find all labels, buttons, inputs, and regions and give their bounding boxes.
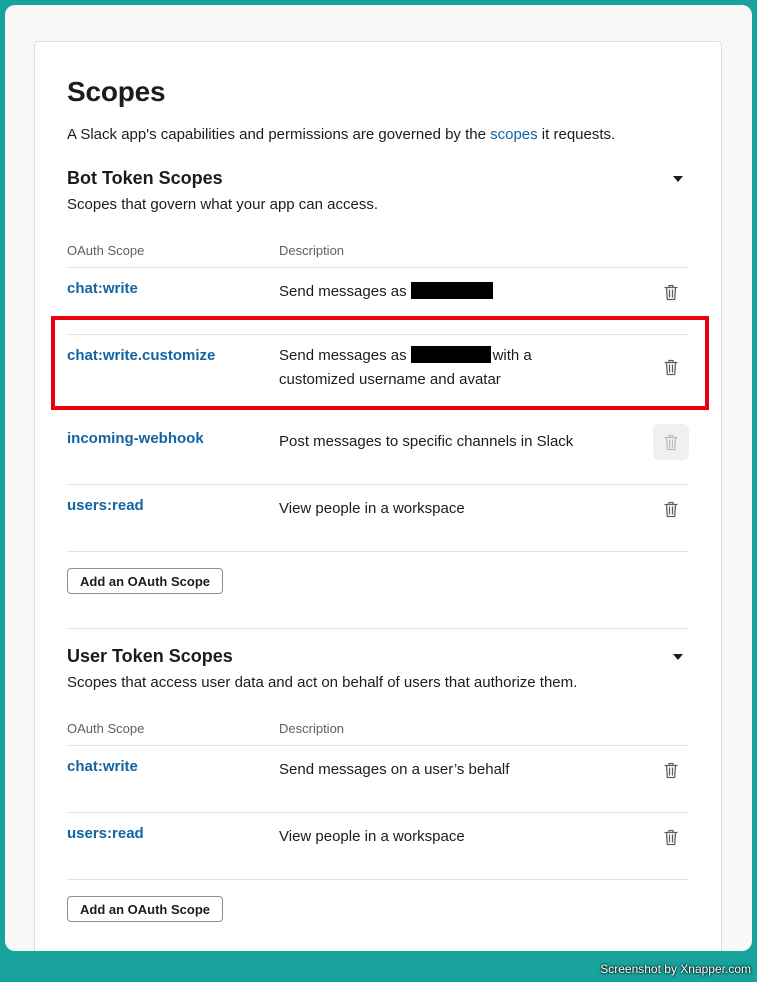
divider [67, 267, 689, 268]
section-divider [67, 628, 689, 629]
user-section-collapse-icon[interactable] [673, 654, 683, 660]
scope-description: Send messages on a user’s behalf [279, 761, 510, 778]
delete-scope-button[interactable] [653, 819, 689, 855]
screenshot-watermark: Screenshot by Xnapper.com [600, 962, 751, 976]
scope-description: View people in a workspace [279, 500, 465, 517]
scopes-card: Scopes A Slack app's capabilities and pe… [34, 41, 722, 951]
intro-text: A Slack app's capabilities and permissio… [67, 126, 616, 143]
delete-scope-button-disabled [653, 424, 689, 460]
scope-description: View people in a workspace [279, 828, 465, 845]
delete-scope-button[interactable] [653, 491, 689, 527]
bot-token-scopes-title: Bot Token Scopes [67, 168, 223, 188]
bot-col-oauth-scope: OAuth Scope [67, 243, 145, 258]
scope-description: Send messages as [279, 280, 493, 304]
delete-scope-button[interactable] [653, 349, 689, 385]
trash-icon [664, 434, 678, 450]
scope-link-users-read[interactable]: users:read [67, 497, 144, 514]
user-col-description: Description [279, 721, 345, 736]
scope-description: Send messages as with a customized usernam… [279, 346, 532, 388]
bot-section-collapse-icon[interactable] [673, 176, 683, 182]
delete-scope-button[interactable] [653, 752, 689, 788]
add-oauth-scope-button[interactable]: Add an OAuth Scope [67, 896, 223, 922]
divider [67, 812, 689, 813]
user-col-oauth-scope: OAuth Scope [67, 721, 145, 736]
divider [67, 334, 689, 335]
page-title: Scopes [67, 76, 166, 107]
trash-icon [664, 501, 678, 517]
scopes-link[interactable]: scopes [490, 126, 538, 143]
delete-scope-button[interactable] [653, 274, 689, 310]
scope-link-chat-write[interactable]: chat:write [67, 758, 138, 775]
scope-link-chat-write[interactable]: chat:write [67, 280, 138, 297]
add-oauth-scope-button[interactable]: Add an OAuth Scope [67, 568, 223, 594]
redacted-app-name [410, 282, 493, 299]
scope-description: Post messages to specific channels in Sl… [279, 433, 574, 450]
bot-token-scopes-subtitle: Scopes that govern what your app can acc… [67, 196, 379, 213]
divider [67, 879, 689, 880]
scope-link-users-read[interactable]: users:read [67, 825, 144, 842]
app-window: Scopes A Slack app's capabilities and pe… [5, 5, 752, 951]
trash-icon [664, 359, 678, 375]
trash-icon [664, 284, 678, 300]
divider [67, 745, 689, 746]
divider [67, 484, 689, 485]
trash-icon [664, 829, 678, 845]
user-token-scopes-title: User Token Scopes [67, 646, 233, 666]
user-token-scopes-subtitle: Scopes that access user data and act on … [67, 674, 578, 691]
scope-link-chat-write-customize[interactable]: chat:write.customize [67, 347, 215, 364]
redacted-app-name [410, 346, 491, 363]
scope-link-incoming-webhook[interactable]: incoming-webhook [67, 430, 204, 447]
trash-icon [664, 762, 678, 778]
divider [67, 551, 689, 552]
bot-col-description: Description [279, 243, 345, 258]
